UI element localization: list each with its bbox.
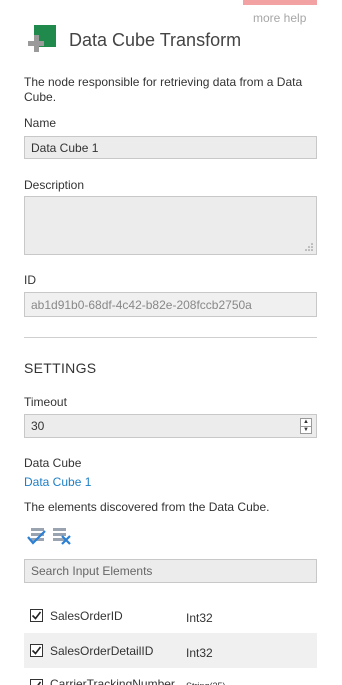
timeout-label: Timeout [24,395,67,409]
list-item[interactable]: SalesOrderDetailID Int32 [24,633,317,668]
page-title: Data Cube Transform [69,29,242,50]
id-field-value: ab1d91b0-68df-4c42-b82e-208fccb2750a [31,297,252,312]
timeout-stepper[interactable]: ▲ ▼ [300,418,312,434]
element-name: SalesOrderDetailID [50,643,154,658]
element-type: Int32 [186,646,213,660]
timeout-value: 30 [31,419,45,433]
name-label: Name [24,116,57,130]
elements-description: The elements discovered from the Data Cu… [24,500,270,514]
uncheck-all-icon[interactable] [52,527,72,545]
node-description: The node responsible for retrieving data… [24,75,303,104]
element-name: CarrierTrackingNumber [50,677,175,685]
id-field: ab1d91b0-68df-4c42-b82e-208fccb2750a [24,292,317,317]
checkmark-icon [31,611,42,620]
check-all-icon[interactable] [27,527,47,545]
timeout-input[interactable]: 30 ▲ ▼ [24,414,317,438]
stepper-down-icon[interactable]: ▼ [301,425,311,434]
description-label: Description [24,178,85,192]
panel-header: Data Cube Transform [28,25,241,55]
data-cube-node-icon [28,25,60,55]
id-label: ID [24,273,36,287]
search-input[interactable]: Search Input Elements [24,559,317,583]
more-help-link[interactable]: more help [253,11,306,25]
element-checkbox[interactable] [30,679,43,685]
list-item[interactable]: CarrierTrackingNumber String(25) [24,668,317,685]
settings-section-title: SETTINGS [24,360,97,376]
header-tab-accent [243,0,317,5]
element-checkbox[interactable] [30,609,43,622]
resize-grip-icon[interactable] [305,243,313,251]
data-cube-link[interactable]: Data Cube 1 [24,475,91,489]
name-field-value: Data Cube 1 [31,140,99,155]
search-placeholder: Search Input Elements [31,564,153,578]
name-field[interactable]: Data Cube 1 [24,136,317,159]
element-type: Int32 [186,611,213,625]
section-divider [24,337,317,338]
checkmark-icon [33,681,42,685]
list-item[interactable]: SalesOrderID Int32 [24,598,317,633]
element-checkbox[interactable] [30,644,43,657]
description-field[interactable] [24,196,317,255]
element-name: SalesOrderID [50,608,123,623]
element-type: String(25) [186,681,226,685]
checkmark-icon [31,646,42,655]
data-cube-label: Data Cube [24,456,82,470]
